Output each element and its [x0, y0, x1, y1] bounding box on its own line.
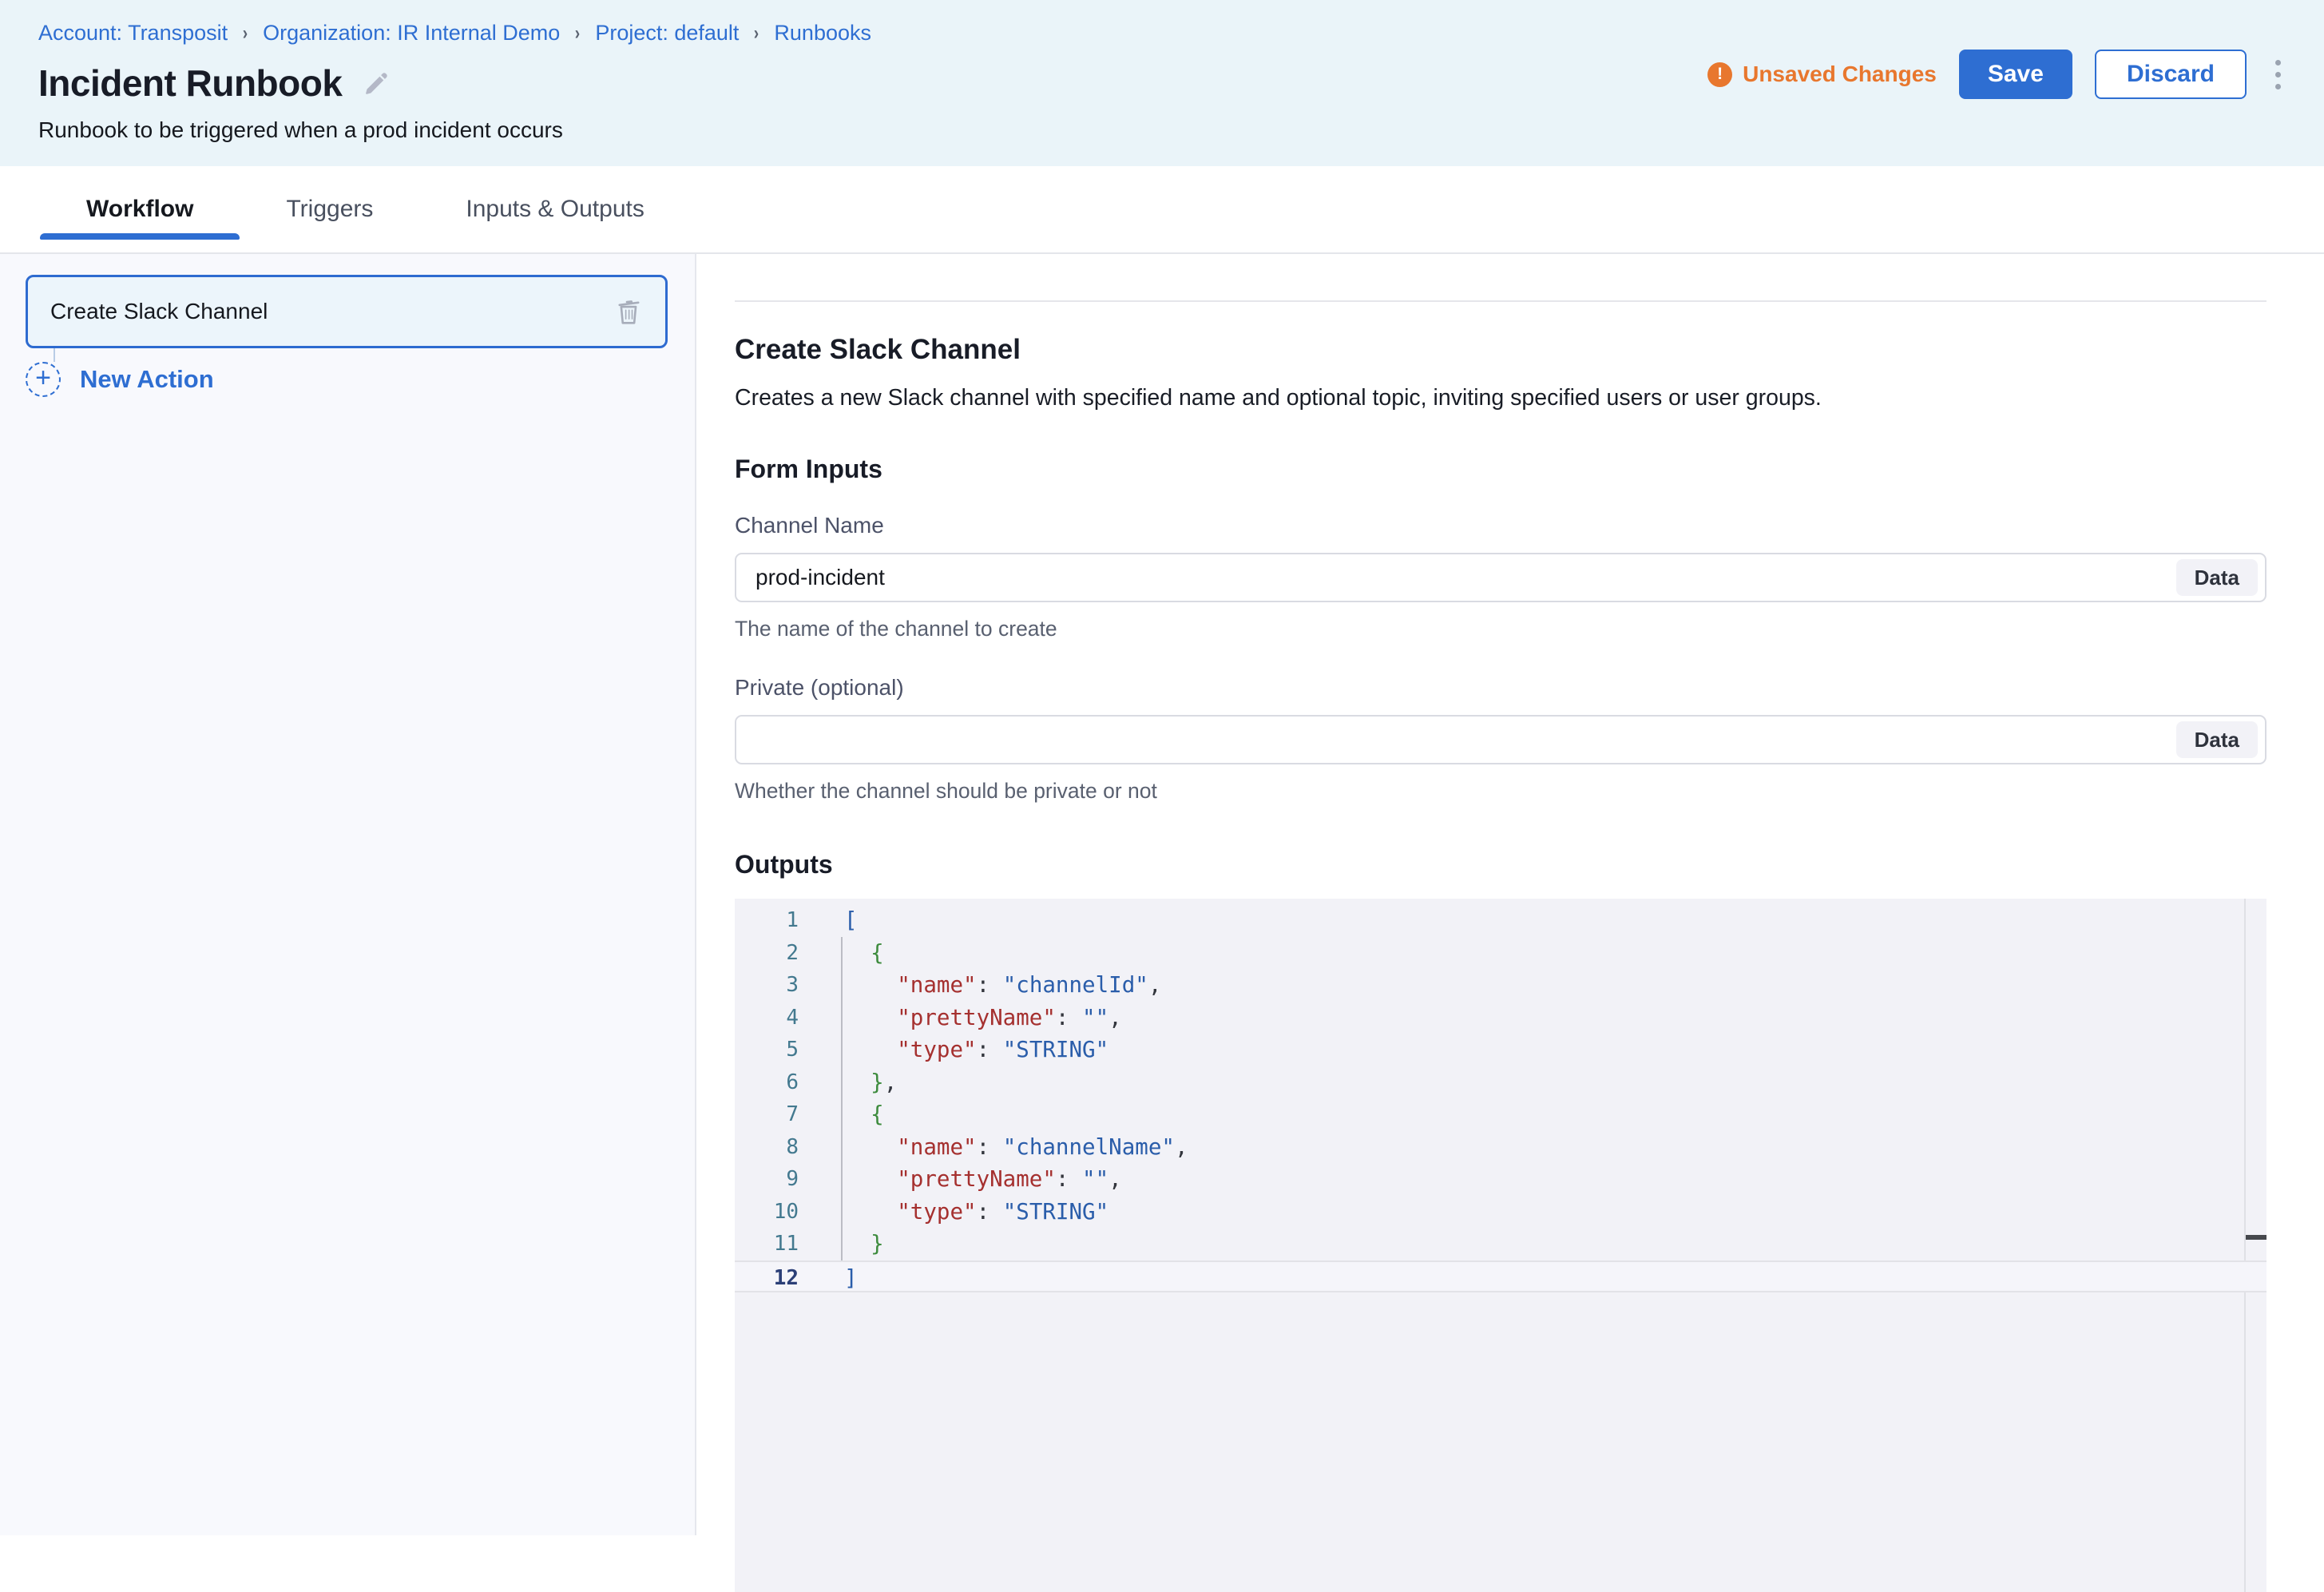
workflow-steps-panel: Create Slack Channel + New Action	[0, 254, 696, 1535]
line-number: 6	[735, 1066, 799, 1099]
code-line: 3 "name": "channelId",	[735, 969, 2266, 1002]
tab-triggers[interactable]: Triggers	[240, 166, 419, 252]
header-actions: ! Unsaved Changes Save Discard	[1707, 50, 2287, 99]
chevron-right-icon: ›	[754, 22, 759, 45]
breadcrumb-account-link[interactable]: Account: Transposit	[38, 21, 228, 46]
tab-inputs-outputs-label: Inputs & Outputs	[466, 196, 644, 223]
breadcrumb-organization-link[interactable]: Organization: IR Internal Demo	[263, 21, 560, 46]
page-header: Account: Transposit › Organization: IR I…	[0, 0, 2324, 166]
kebab-menu-icon	[2275, 60, 2281, 89]
line-number: 3	[735, 969, 799, 1002]
unsaved-changes-label: Unsaved Changes	[1743, 62, 1937, 87]
code-line-text: [	[799, 904, 858, 937]
code-line: 12 ]	[735, 1260, 2266, 1293]
plus-circle-icon: +	[26, 362, 61, 397]
outputs-code-editor[interactable]: 1 [ 2 { 3 "name": "channelId", 4 "pretty…	[735, 899, 2266, 1592]
code-line-text: }	[799, 1228, 884, 1260]
trash-icon	[613, 295, 646, 328]
code-line: 11 }	[735, 1228, 2266, 1260]
more-options-button[interactable]	[2269, 55, 2287, 94]
code-line: 4 "prettyName": "",	[735, 1002, 2266, 1034]
active-tab-underline	[40, 233, 240, 240]
code-line-text: "type": "STRING"	[799, 1196, 1108, 1229]
action-card-create-slack-channel[interactable]: Create Slack Channel	[26, 275, 668, 348]
code-line-text: "type": "STRING"	[799, 1034, 1108, 1066]
line-number: 9	[735, 1163, 799, 1196]
code-line: 6 },	[735, 1066, 2266, 1099]
action-card-label: Create Slack Channel	[50, 299, 268, 324]
line-number: 4	[735, 1002, 799, 1034]
tab-bar: Workflow Triggers Inputs & Outputs	[0, 166, 2324, 254]
private-input-wrap: Data	[735, 715, 2266, 764]
code-line: 2 {	[735, 937, 2266, 970]
new-action-label: New Action	[80, 365, 214, 394]
private-helper: Whether the channel should be private or…	[735, 779, 2266, 804]
code-line-text: "name": "channelId",	[799, 969, 1161, 1002]
step-connector-line	[54, 348, 55, 362]
breadcrumb-project-link[interactable]: Project: default	[595, 21, 739, 46]
tab-triggers-label: Triggers	[286, 196, 373, 223]
unsaved-changes-badge: ! Unsaved Changes	[1707, 62, 1937, 87]
tab-inputs-outputs[interactable]: Inputs & Outputs	[419, 166, 690, 252]
line-number: 7	[735, 1098, 799, 1131]
tab-workflow[interactable]: Workflow	[40, 166, 240, 252]
code-line: 9 "prettyName": "",	[735, 1163, 2266, 1196]
discard-button[interactable]: Discard	[2095, 50, 2247, 99]
channel-name-data-button[interactable]: Data	[2176, 559, 2258, 596]
code-line-text: "prettyName": "",	[799, 1002, 1122, 1034]
line-number: 8	[735, 1131, 799, 1164]
private-label: Private (optional)	[735, 675, 2266, 701]
code-line: 7 {	[735, 1098, 2266, 1131]
chevron-right-icon: ›	[575, 22, 580, 45]
code-line-text: },	[799, 1066, 897, 1099]
breadcrumb-runbooks-link[interactable]: Runbooks	[774, 21, 871, 46]
breadcrumb: Account: Transposit › Organization: IR I…	[38, 21, 2286, 46]
code-line-text: {	[799, 937, 884, 970]
runbook-description: Runbook to be triggered when a prod inci…	[38, 117, 2286, 143]
warning-icon: !	[1707, 62, 1732, 87]
delete-action-button[interactable]	[613, 295, 646, 328]
line-number: 11	[735, 1228, 799, 1260]
save-button[interactable]: Save	[1959, 50, 2072, 99]
outputs-heading: Outputs	[735, 850, 2266, 879]
new-action-button[interactable]: + New Action	[26, 362, 214, 397]
chevron-right-icon: ›	[243, 22, 248, 45]
private-input[interactable]	[755, 717, 2176, 763]
line-number: 12	[735, 1262, 799, 1292]
action-detail-panel: Create Slack Channel Creates a new Slack…	[696, 254, 2324, 1535]
line-number: 10	[735, 1196, 799, 1229]
code-line: 5 "type": "STRING"	[735, 1034, 2266, 1066]
code-line: 1 [	[735, 904, 2266, 937]
channel-name-input-wrap: Data	[735, 553, 2266, 602]
tab-workflow-label: Workflow	[86, 196, 193, 223]
channel-name-label: Channel Name	[735, 513, 2266, 538]
channel-name-helper: The name of the channel to create	[735, 617, 2266, 641]
code-lines: 1 [ 2 { 3 "name": "channelId", 4 "pretty…	[735, 899, 2266, 1292]
line-number: 2	[735, 937, 799, 970]
private-data-button[interactable]: Data	[2176, 721, 2258, 758]
page-title: Incident Runbook	[38, 62, 342, 105]
code-line-text: "prettyName": "",	[799, 1163, 1122, 1196]
edit-title-button[interactable]	[363, 69, 391, 97]
pencil-icon	[363, 69, 391, 97]
code-line-text: "name": "channelName",	[799, 1131, 1188, 1164]
channel-name-input[interactable]	[755, 554, 2176, 601]
code-line: 8 "name": "channelName",	[735, 1131, 2266, 1164]
code-line: 10 "type": "STRING"	[735, 1196, 2266, 1229]
code-line-text: {	[799, 1098, 884, 1131]
action-title: Create Slack Channel	[735, 334, 2266, 366]
line-number: 5	[735, 1034, 799, 1066]
editor-scrollbar-thumb[interactable]	[2246, 1235, 2266, 1240]
divider	[735, 300, 2266, 302]
form-inputs-heading: Form Inputs	[735, 455, 2266, 484]
line-number: 1	[735, 904, 799, 937]
code-line-text: ]	[799, 1262, 858, 1292]
action-description: Creates a new Slack channel with specifi…	[735, 385, 2266, 411]
